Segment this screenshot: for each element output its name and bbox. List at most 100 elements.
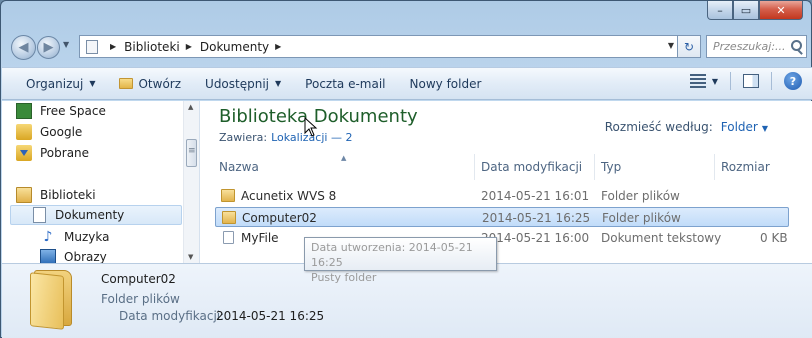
sort-ascending-icon: ▲ (341, 154, 347, 162)
file-row[interactable]: MyFile 2014-05-21 16:00 Dokument tekstow… (215, 228, 789, 248)
help-icon[interactable]: ? (784, 72, 802, 90)
document-icon (33, 207, 46, 223)
scroll-up-icon[interactable]: ▲ (188, 103, 193, 111)
maximize-button[interactable]: ▭ (733, 1, 759, 20)
share-button[interactable]: Udostępnij ▼ (193, 72, 293, 96)
arrow-left-icon: ◀ (18, 40, 29, 55)
file-size: 0 KB (760, 231, 788, 245)
change-view-icon[interactable] (689, 74, 706, 88)
nav-item-label: Obrazy (64, 250, 107, 264)
search-input[interactable]: Przeszukaj:... (706, 35, 807, 58)
open-label: Otwórz (138, 76, 182, 91)
new-folder-button[interactable]: Nowy folder (398, 72, 494, 96)
text-file-icon (223, 231, 234, 244)
minimize-button[interactable]: – (707, 1, 733, 20)
file-modified: 2014-05-21 16:25 (482, 211, 591, 225)
folder-preview-icon (30, 270, 76, 330)
refresh-icon: ↻ (683, 39, 695, 54)
column-headers: ▲ Nazwa Data modyfikacji Typ Rozmiar (201, 154, 812, 182)
preview-pane-icon[interactable] (743, 74, 759, 88)
organize-button[interactable]: Organizuj ▼ (14, 72, 107, 96)
drive-icon (16, 103, 32, 119)
chevron-right-icon[interactable]: ▶ (110, 42, 116, 51)
nav-item-free-space[interactable]: Free Space (16, 101, 106, 121)
recent-pages-dropdown[interactable]: ▼ (63, 40, 69, 49)
toolbar-divider (730, 72, 731, 90)
forward-button[interactable]: ▶ (37, 36, 60, 59)
column-header-modified[interactable]: Data modyfikacji (481, 160, 582, 174)
address-row: ◀ ▶ ▼ ▶ Biblioteki ▶ Dokumenty ▶ ▼ ↻ Prz… (9, 32, 807, 60)
chevron-right-icon[interactable]: ▶ (275, 42, 281, 51)
file-type: Dokument tekstowy (601, 231, 722, 245)
libraries-icon (16, 187, 32, 203)
file-name: Acunetix WVS 8 (241, 189, 337, 203)
file-list-pane: Biblioteka Dokumenty Zawiera: Lokalizacji… (201, 101, 812, 284)
details-type: Folder plików (101, 292, 180, 306)
chevron-down-icon: ▼ (275, 79, 282, 88)
nav-item-label: Free Space (40, 104, 106, 118)
file-row[interactable]: Acunetix WVS 8 2014-05-21 16:01 Folder p… (215, 186, 789, 206)
column-header-size[interactable]: Rozmiar (721, 160, 770, 174)
main-area: Free Space Google Pobrane Biblioteki Dok… (2, 101, 812, 284)
view-options-dropdown[interactable]: ▼ (712, 77, 718, 86)
folder-icon (119, 78, 134, 89)
nav-item-label: Google (40, 125, 83, 139)
column-divider[interactable] (594, 154, 595, 180)
music-icon: ♪ (43, 229, 53, 245)
column-header-name[interactable]: Nazwa (219, 160, 259, 174)
file-modified: 2014-05-21 16:00 (481, 231, 590, 245)
view-controls: ▼ ? (689, 72, 802, 90)
favorite-folder-icon (16, 124, 32, 140)
arrange-by: Rozmieść według: Folder ▼ (605, 120, 768, 134)
nav-item-muzyka[interactable]: ♪ Muzyka (40, 227, 110, 247)
close-button[interactable]: ✕ (759, 1, 803, 20)
search-placeholder: Przeszukaj:... (713, 40, 786, 53)
library-includes: Zawiera: Lokalizacji — 2 (219, 131, 352, 144)
file-type: Folder plików (602, 211, 681, 225)
scrollbar-thumb[interactable] (186, 139, 197, 167)
nav-item-pobrane[interactable]: Pobrane (16, 143, 89, 163)
arrange-label: Rozmieść według: (604, 120, 713, 134)
file-row-selected[interactable]: Computer02 2014-05-21 16:25 Folder plikó… (215, 207, 789, 227)
refresh-button[interactable]: ↻ (677, 35, 701, 58)
folder-icon (222, 211, 236, 224)
nav-item-google[interactable]: Google (16, 122, 82, 142)
includes-label: Zawiera: (219, 131, 268, 144)
nav-item-biblioteki[interactable]: Biblioteki (16, 185, 96, 205)
chevron-right-icon[interactable]: ▶ (186, 42, 192, 51)
navigation-pane: Free Space Google Pobrane Biblioteki Dok… (2, 101, 200, 265)
nav-item-label: Pobrane (40, 146, 90, 160)
file-name: MyFile (241, 231, 279, 245)
column-divider[interactable] (714, 154, 715, 180)
nav-item-label: Dokumenty (55, 208, 125, 222)
toolbar-divider (771, 72, 772, 90)
address-bar[interactable]: ▶ Biblioteki ▶ Dokumenty ▶ ▼ (79, 35, 679, 58)
column-header-type[interactable]: Typ (601, 160, 621, 174)
nav-item-dokumenty[interactable]: Dokumenty (10, 205, 182, 225)
details-name: Computer02 (101, 272, 176, 286)
scroll-down-icon[interactable]: ▼ (188, 253, 193, 261)
email-button[interactable]: Poczta e-mail (293, 72, 397, 96)
nav-item-label: Biblioteki (40, 188, 96, 202)
details-modified-value[interactable]: 2014-05-21 16:25 (216, 309, 324, 323)
explorer-window: – ▭ ✕ ◀ ▶ ▼ ▶ Biblioteki ▶ Dokumenty ▶ ▼… (0, 0, 812, 338)
back-button[interactable]: ◀ (11, 35, 36, 60)
search-icon[interactable] (791, 40, 802, 51)
file-name: Computer02 (242, 211, 317, 225)
downloads-icon (16, 145, 32, 161)
address-history-dropdown[interactable]: ▼ (668, 41, 674, 50)
organize-label: Organizuj (26, 76, 84, 91)
column-divider[interactable] (474, 154, 475, 180)
chevron-down-icon[interactable]: ▼ (762, 124, 768, 133)
file-modified: 2014-05-21 16:01 (481, 189, 590, 203)
arrow-right-icon: ▶ (43, 40, 54, 55)
breadcrumb-dokumenty[interactable]: Dokumenty (200, 40, 269, 54)
arrange-by-dropdown[interactable]: Folder (721, 120, 758, 134)
chevron-down-icon: ▼ (89, 79, 96, 88)
folder-tooltip: Data utworzenia: 2014-05-21 16:25 Pusty … (304, 237, 497, 284)
breadcrumb-biblioteki[interactable]: Biblioteki (124, 40, 180, 54)
open-button[interactable]: Otwórz (107, 72, 193, 96)
tooltip-created: Data utworzenia: 2014-05-21 16:25 (311, 241, 473, 269)
library-icon (86, 39, 98, 54)
nav-scrollbar[interactable]: ▲ ▼ (183, 101, 199, 263)
